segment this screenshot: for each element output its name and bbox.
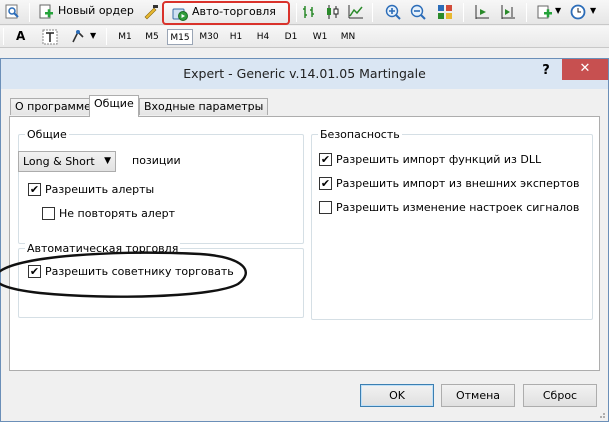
common-group-title: Общие [25,128,69,141]
allow-signal-change-checkbox[interactable] [319,201,332,214]
zoom-toolbar-button[interactable] [3,3,23,22]
allow-external-checkbox[interactable]: ✔ [319,177,332,190]
allow-trading-checkbox[interactable]: ✔ [28,265,41,278]
dropdown-arrow-icon[interactable]: ▼ [590,6,596,15]
zoom-in-icon[interactable] [385,4,401,20]
auto-trading-button[interactable]: Авто-торговля [162,1,290,25]
chevron-down-icon: ▼ [104,156,111,166]
tile-windows-icon[interactable] [437,4,453,20]
allow-dll-checkbox[interactable]: ✔ [319,153,332,166]
timeframe-d1[interactable]: D1 [280,29,302,45]
auto-trading-label: Авто-торговля [192,5,276,18]
resize-grip-icon[interactable] [596,409,606,419]
allow-trading-label: Разрешить советнику торговать [45,265,234,278]
expert-properties-dialog: Expert - Generic v.14.01.05 Martingale ?… [0,58,609,422]
zoom-out-icon[interactable] [410,4,426,20]
dropdown-arrow-icon[interactable]: ▼ [555,6,561,15]
timeframe-m1[interactable]: M1 [113,29,137,45]
timeframe-w1[interactable]: W1 [309,29,331,45]
chart-shift-icon[interactable] [474,4,490,20]
timeframe-toolbar: A ▼ M1 M5 M15 M30 H1 H4 D1 W1 MN [0,26,609,48]
position-mode-select[interactable]: Long & Short ▼ [18,151,116,172]
tab-common[interactable]: Общие [89,95,139,117]
tab-about[interactable]: О программе [10,98,96,115]
timeframe-h4[interactable]: H4 [252,29,274,45]
auto-trading-icon [172,8,188,21]
wand-icon[interactable] [143,4,159,20]
close-button[interactable]: ✕ [562,59,608,80]
arrows-tool-icon[interactable] [70,29,86,45]
text-tool-icon[interactable]: A [16,29,25,43]
magnifier-icon [5,4,19,19]
dialog-titlebar[interactable]: Expert - Generic v.14.01.05 Martingale ?… [1,59,608,89]
autoscroll-icon[interactable] [500,4,516,20]
timeframe-h1[interactable]: H1 [225,29,247,45]
allow-alerts-checkbox[interactable]: ✔ [28,183,41,196]
main-toolbar: Новый ордер Авто-торговля ▼ ▼ [0,0,609,25]
clock-icon[interactable] [570,4,586,20]
reset-button[interactable]: Сброс [523,384,597,407]
no-repeat-alert-checkbox[interactable] [42,207,55,220]
allow-signal-change-label: Разрешить изменение настроек сигналов [336,201,580,214]
new-order-button[interactable]: Новый ордер [36,3,136,22]
bar-chart-icon[interactable] [301,4,317,20]
dropdown-arrow-icon[interactable]: ▼ [90,31,96,40]
dialog-title: Expert - Generic v.14.01.05 Martingale [183,66,426,81]
text-label-icon[interactable] [42,29,58,45]
new-order-label: Новый ордер [58,4,134,17]
timeframe-mn[interactable]: MN [336,29,360,45]
ok-button[interactable]: OK [360,384,434,407]
timeframe-m5[interactable]: M5 [140,29,164,45]
allow-alerts-label: Разрешить алерты [45,183,155,196]
auto-trading-group: Автоматическая торговля [18,242,304,318]
allow-dll-label: Разрешить импорт функций из DLL [336,153,542,166]
security-group-title: Безопасность [318,128,402,141]
timeframe-m15[interactable]: M15 [167,29,193,45]
auto-trading-group-title: Автоматическая торговля [25,242,181,255]
line-chart-icon[interactable] [348,4,364,20]
timeframe-m30[interactable]: M30 [196,29,222,45]
candlestick-icon[interactable] [325,4,341,20]
indicators-icon[interactable] [537,4,553,20]
tab-input-parameters[interactable]: Входные параметры [139,98,269,115]
allow-external-label: Разрешить импорт из внешних экспертов [336,177,580,190]
no-repeat-alert-label: Не повторять алерт [59,207,175,220]
help-button[interactable]: ? [539,63,553,83]
positions-label: позиции [132,154,181,167]
cancel-button[interactable]: Отмена [441,384,515,407]
position-mode-value: Long & Short [23,155,95,168]
new-order-icon [39,4,53,19]
